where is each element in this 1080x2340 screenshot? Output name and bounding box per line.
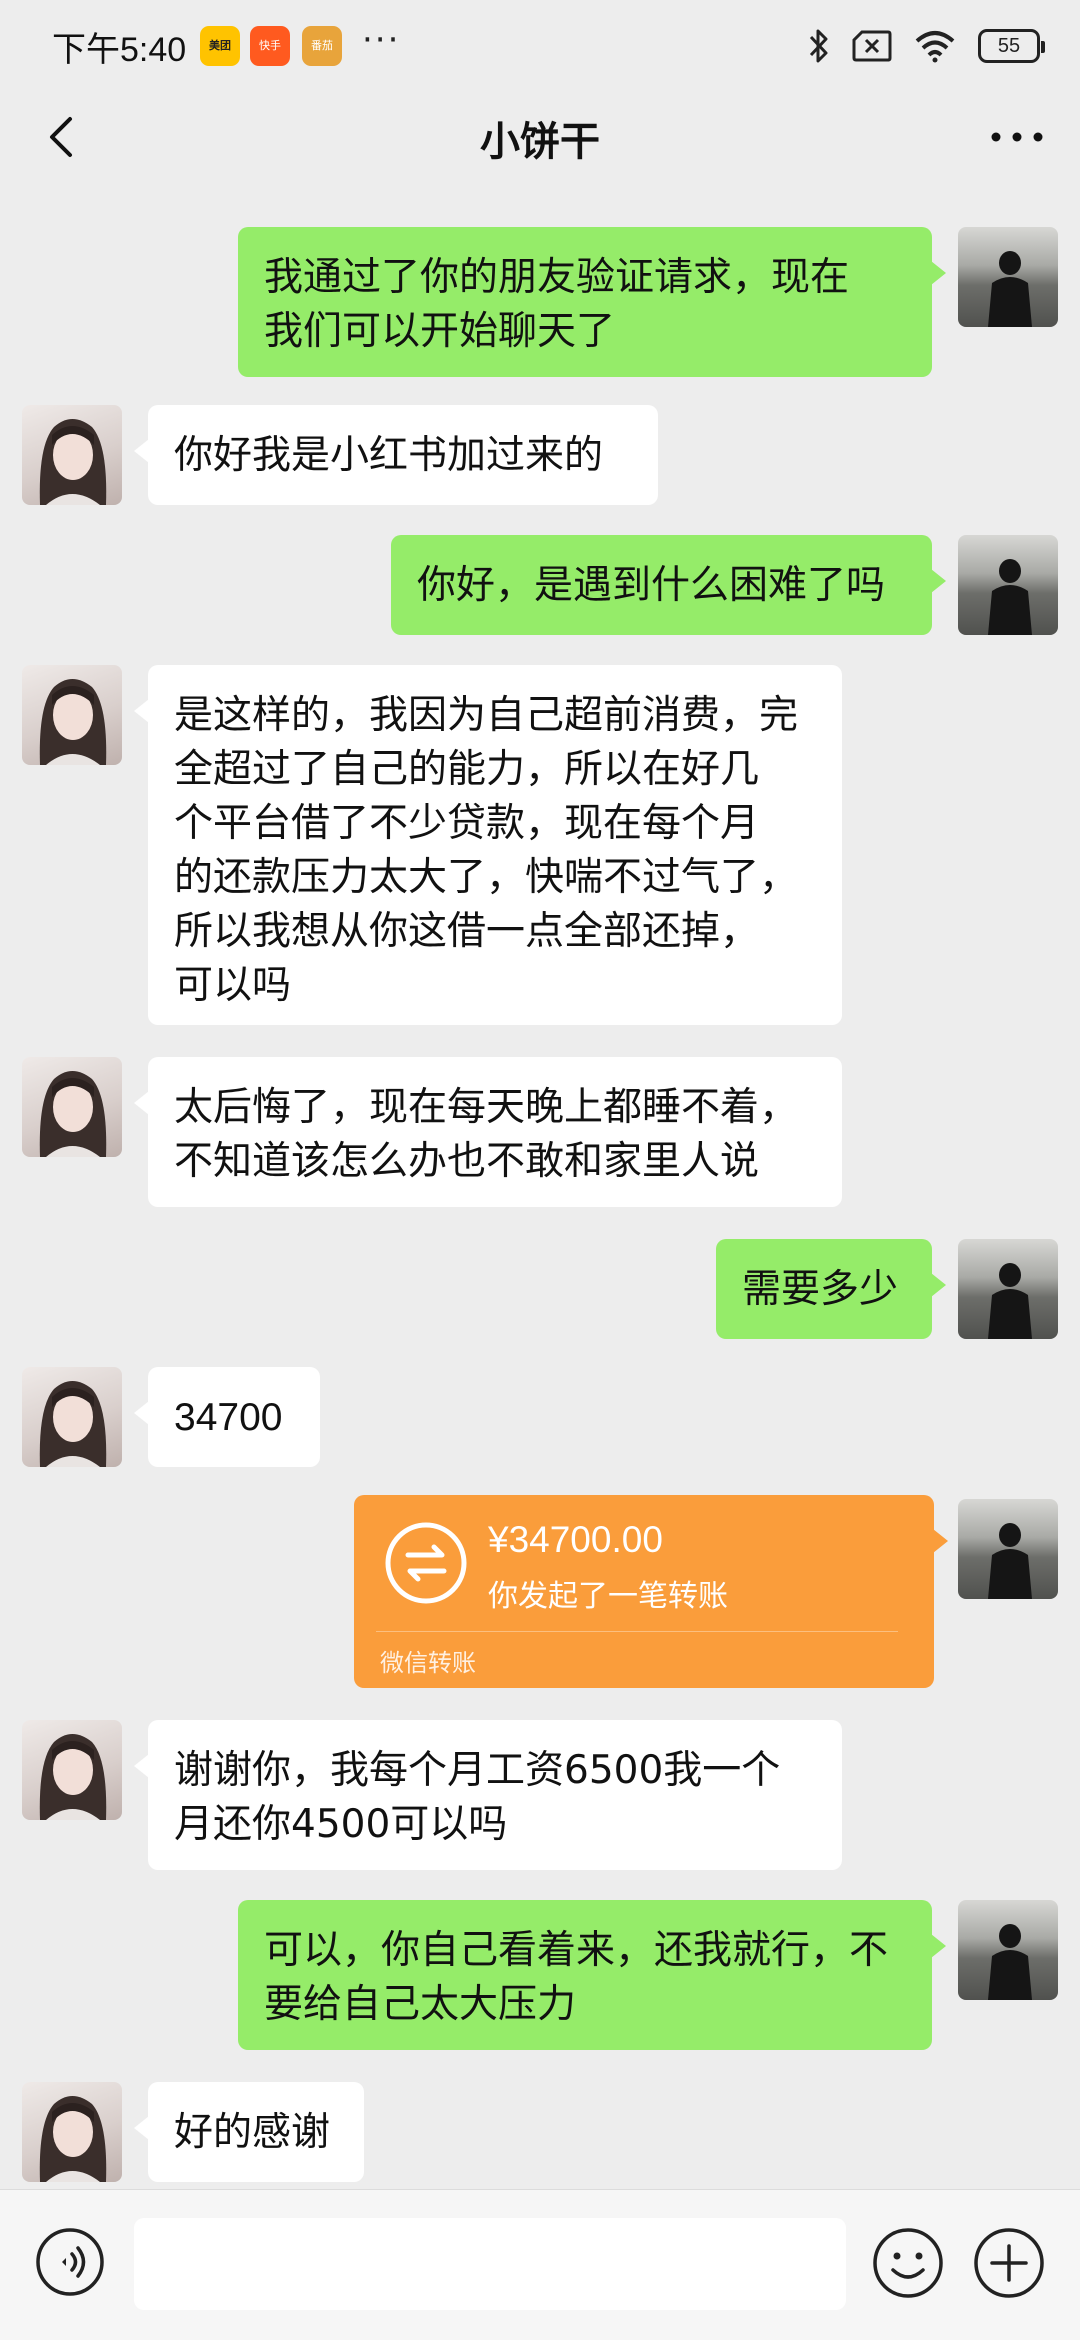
no-sim-icon [852, 30, 892, 62]
voice-button[interactable] [34, 2226, 106, 2298]
contact-avatar[interactable] [22, 1057, 122, 1157]
message-bubble[interactable]: 是这样的，我因为自己超前消费，完 全超过了自己的能力，所以在好几 个平台借了不少… [134, 665, 842, 1025]
woman-portrait-icon [39, 1381, 107, 1467]
voice-icon [36, 2228, 104, 2296]
person-silhouette-icon [988, 251, 1032, 327]
message-bubble[interactable]: 你好，是遇到什么困难了吗 [391, 535, 946, 635]
message-list[interactable]: 我通过了你的朋友验证请求，现在 我们可以开始聊天了 你好我是小红书加过来的 你好… [0, 177, 1080, 2189]
my-avatar[interactable] [958, 227, 1058, 327]
plus-icon [974, 2228, 1044, 2298]
chat-header: 小饼干 [0, 95, 1080, 177]
status-time: 下午5:40 [52, 31, 187, 69]
person-silhouette-icon [988, 1924, 1032, 2000]
transfer-amount: ¥34700.00 [488, 1519, 663, 1560]
message-bubble[interactable]: 34700 [134, 1367, 320, 1467]
emoji-button[interactable] [871, 2226, 945, 2300]
message-bubble[interactable]: 你好我是小红书加过来的 [134, 405, 658, 505]
woman-portrait-icon [39, 679, 107, 765]
woman-portrait-icon [39, 1071, 107, 1157]
woman-portrait-icon [39, 1734, 107, 1820]
reader-app-icon: 番茄 [302, 26, 342, 66]
my-avatar[interactable] [958, 1900, 1058, 2000]
message-bubble[interactable]: 好的感谢 [134, 2082, 364, 2182]
my-avatar[interactable] [958, 1499, 1058, 1599]
transfer-description: 你发起了一笔转账 [488, 1579, 728, 1614]
more-options-button[interactable] [982, 107, 1052, 167]
contact-avatar[interactable] [22, 405, 122, 505]
transfer-arrows-icon [385, 1522, 467, 1604]
transfer-card[interactable]: ¥34700.00 你发起了一笔转账 微信转账 [354, 1495, 948, 1688]
contact-avatar[interactable] [22, 2082, 122, 2182]
person-silhouette-icon [988, 559, 1032, 635]
transfer-footer: 微信转账 [380, 1649, 476, 1677]
message-bubble[interactable]: 我通过了你的朋友验证请求，现在 我们可以开始聊天了 [238, 227, 946, 377]
woman-portrait-icon [39, 419, 107, 505]
message-bubble[interactable]: 可以，你自己看着来，还我就行，不 要给自己太大压力 [238, 1900, 946, 2050]
status-bar: 下午5:40 美团 快手 番茄 ··· 55 [0, 0, 1080, 95]
contact-avatar[interactable] [22, 1367, 122, 1467]
my-avatar[interactable] [958, 1239, 1058, 1339]
message-bubble[interactable]: 谢谢你，我每个月工资6500我一个 月还你4500可以吗 [134, 1720, 842, 1870]
more-notifications-icon: ··· [362, 20, 401, 60]
emoji-icon [873, 2228, 943, 2298]
more-dots-icon [991, 132, 1043, 142]
kuaishou-app-icon: 快手 [250, 26, 290, 66]
input-bar [0, 2189, 1080, 2340]
system-status-icons: 55 [808, 24, 1045, 68]
message-bubble[interactable]: 太后悔了，现在每天晚上都睡不着， 不知道该怎么办也不敢和家里人说 [134, 1057, 842, 1207]
transfer-divider [376, 1631, 898, 1632]
message-input[interactable] [134, 2218, 846, 2310]
person-silhouette-icon [988, 1523, 1032, 1599]
woman-portrait-icon [39, 2096, 107, 2182]
wifi-icon [915, 31, 955, 63]
bluetooth-icon [809, 29, 828, 63]
more-features-button[interactable] [972, 2226, 1046, 2300]
message-bubble[interactable]: 需要多少 [716, 1239, 946, 1339]
my-avatar[interactable] [958, 535, 1058, 635]
person-silhouette-icon [988, 1263, 1032, 1339]
battery-indicator: 55 [978, 29, 1045, 63]
contact-avatar[interactable] [22, 1720, 122, 1820]
meituan-app-icon: 美团 [200, 26, 240, 66]
chat-title: 小饼干 [480, 119, 600, 165]
contact-avatar[interactable] [22, 665, 122, 765]
